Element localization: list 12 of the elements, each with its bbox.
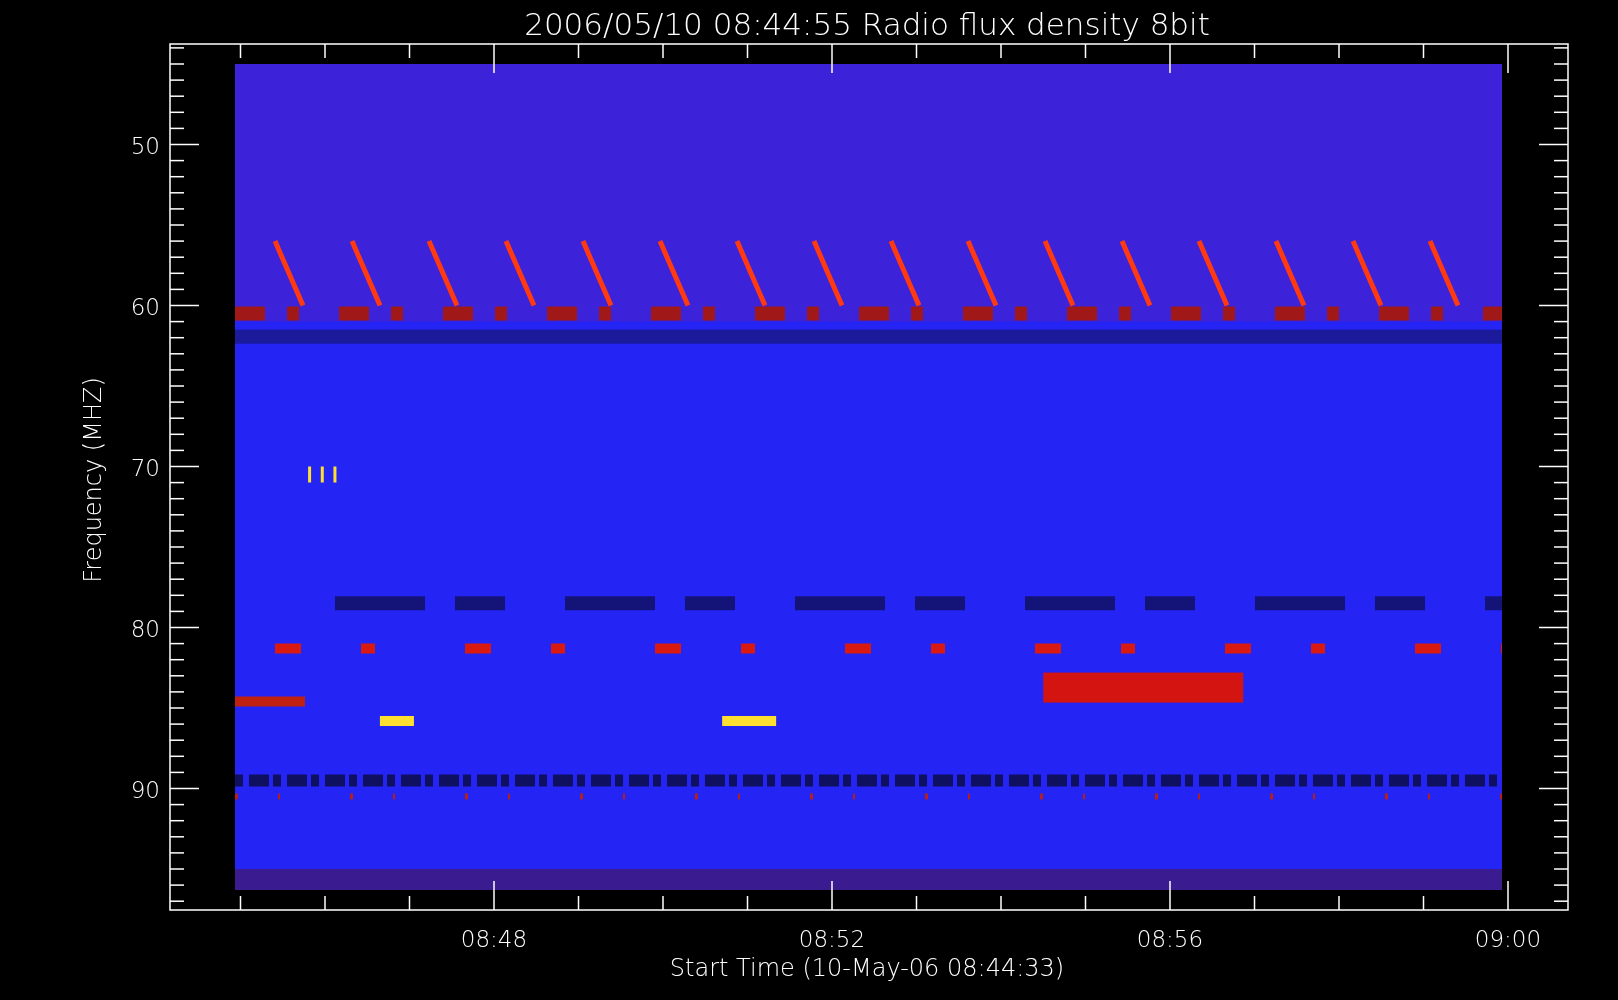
tick-label: 90	[130, 776, 160, 803]
tick-label: 08:56	[1136, 926, 1204, 952]
tick-label: 60	[130, 293, 160, 320]
axis-title: Frequency (MHZ)	[79, 377, 107, 583]
chart-title: 2006/05/10 08:44:55 Radio flux density 8bit	[524, 6, 1210, 42]
tick-label: 08:52	[798, 926, 866, 952]
tick-label: 50	[130, 132, 160, 159]
tick-label: 09:00	[1474, 926, 1542, 952]
axis-title: Start Time (10-May-06 08:44:33)	[669, 954, 1065, 982]
tick-label: 80	[130, 615, 160, 642]
tick-label: 70	[130, 454, 160, 481]
tick-label: 08:48	[460, 926, 528, 952]
